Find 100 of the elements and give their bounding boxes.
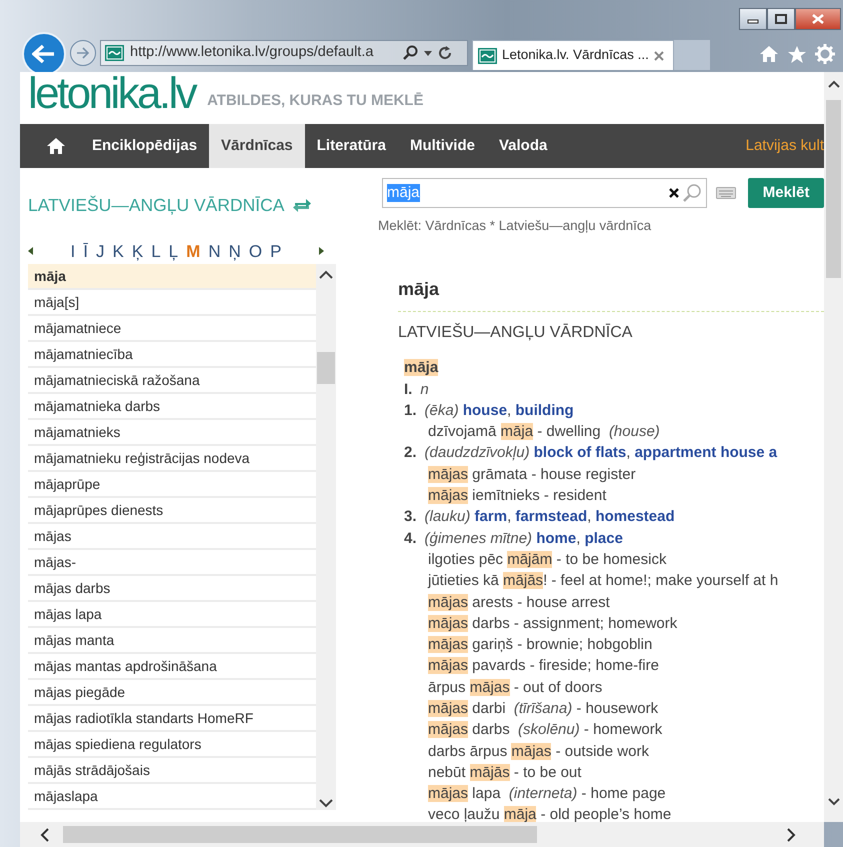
search-button[interactable]: Meklēt: [748, 178, 824, 208]
letter-link[interactable]: I: [70, 242, 76, 260]
site-favicon-icon: [478, 48, 497, 64]
scroll-down-icon[interactable]: [828, 798, 840, 806]
tab-title: Letonika.lv. Vārdnīcas ...: [502, 46, 649, 64]
scroll-down-icon[interactable]: [319, 799, 333, 808]
site-tagline: ATBILDES, KURAS TU MEKLĒ: [207, 90, 424, 110]
maximize-button[interactable]: [767, 8, 795, 30]
home-icon[interactable]: [759, 45, 779, 63]
forward-arrow-icon: [76, 47, 90, 59]
site-logo[interactable]: letonika.lv: [28, 72, 196, 116]
letter-link[interactable]: J: [96, 242, 105, 260]
letter-link[interactable]: Ņ: [228, 242, 241, 260]
example-line: mājas lapa (interneta) - home page: [427, 784, 667, 804]
keyboard-icon[interactable]: [716, 187, 736, 199]
word-list-item[interactable]: mājās strādājošais: [28, 758, 316, 784]
word-list-item[interactable]: mājas mantas apdrošināšana: [28, 654, 316, 680]
home-icon: [46, 137, 66, 155]
site-favicon-icon: [105, 45, 124, 61]
forward-button[interactable]: [70, 40, 96, 66]
word-list-item[interactable]: māja: [28, 264, 316, 290]
definition-line: 1. (ēka) house, building: [404, 400, 575, 421]
definition-line: 4. (ģimenes mītne) home, place: [404, 528, 624, 549]
refresh-icon[interactable]: [438, 46, 452, 60]
search-icon[interactable]: [402, 45, 418, 61]
page-scrollbar[interactable]: [824, 72, 843, 822]
close-icon: [812, 14, 824, 24]
close-button[interactable]: [795, 8, 841, 30]
scroll-up-icon[interactable]: [828, 80, 840, 88]
nav-link[interactable]: Vārdnīcas: [209, 124, 305, 168]
scroll-right-icon[interactable]: [787, 828, 796, 842]
search-scope-text: Meklēt: Vārdnīcas * Latviešu—angļu vārdnīca: [378, 217, 652, 235]
example-line: mājas grāmata - house register: [427, 464, 637, 485]
word-list-item[interactable]: mājamatnieciskā ražošana: [28, 368, 316, 394]
letter-link[interactable]: Ļ: [168, 242, 178, 260]
nav-link[interactable]: Valoda: [486, 124, 560, 168]
nav-link[interactable]: Literatūra: [304, 124, 398, 168]
scroll-up-icon[interactable]: [319, 270, 333, 280]
maximize-icon: [775, 14, 787, 24]
word-list-item[interactable]: mājaprūpes dienests: [28, 498, 316, 524]
example-line: mājas darbs - assignment; homework: [427, 614, 678, 634]
word-list-item[interactable]: mājas darbs: [28, 576, 316, 602]
word-list-item[interactable]: māja[s]: [28, 290, 316, 316]
letter-link[interactable]: K: [112, 242, 124, 260]
star-icon[interactable]: [787, 44, 807, 64]
word-list-item[interactable]: mājaslapa: [28, 784, 316, 810]
example-line: ārpus mājas - out of doors: [427, 678, 604, 698]
word-list-item[interactable]: mājamatniece: [28, 316, 316, 342]
example-line: darbs ārpus mājas - outside work: [427, 742, 650, 762]
letter-link[interactable]: Ķ: [132, 242, 144, 260]
entry-dictionary-name: LATVIEŠU—ANGĻU VĀRDNĪCA: [398, 322, 634, 344]
nav-link[interactable]: Multivide: [398, 124, 487, 168]
scroll-left-icon[interactable]: [28, 247, 34, 256]
example-line: dzīvojamā māja - dwelling (house): [427, 422, 661, 442]
word-list-item[interactable]: mājas piegāde: [28, 680, 316, 706]
nav-link[interactable]: Enciklopēdijas: [80, 124, 210, 168]
example-line: mājas pavards - fireside; home-fire: [427, 656, 660, 676]
definition-line: 2. (daudzdzīvokļu) block of flats, appartment house a: [404, 443, 778, 464]
browser-tab[interactable]: Letonika.lv. Vārdnīcas ...: [472, 40, 674, 70]
dropdown-caret-icon[interactable]: [424, 50, 432, 56]
word-list-item[interactable]: mājamatnieku reģistrācijas nodeva: [28, 446, 316, 472]
letter-link[interactable]: Ī: [83, 242, 88, 260]
example-line: ilgoties pēc mājām - to be homesick: [427, 550, 668, 570]
back-arrow-icon: [32, 44, 56, 64]
list-scrollbar[interactable]: [316, 264, 336, 810]
word-list-item[interactable]: mājas radiotīkla standarts HomeRF: [28, 706, 316, 732]
scroll-left-icon[interactable]: [40, 828, 49, 842]
headword: māja: [404, 359, 438, 376]
close-icon[interactable]: [654, 50, 664, 60]
word-list-item[interactable]: mājas manta: [28, 628, 316, 654]
entry-title: māja: [398, 278, 440, 302]
horizontal-scrollbar[interactable]: [20, 822, 824, 847]
word-list-item[interactable]: mājas-: [28, 550, 316, 576]
scroll-thumb[interactable]: [826, 100, 841, 278]
scroll-thumb[interactable]: [317, 352, 335, 384]
scroll-right-icon[interactable]: [318, 247, 324, 256]
word-list-item[interactable]: mājamatnieks: [28, 420, 316, 446]
example-line: mājas arests - house arrest: [427, 592, 611, 613]
word-list-item[interactable]: mājas spiediena regulators: [28, 732, 316, 758]
word-list-item[interactable]: mājamatniecība: [28, 342, 316, 368]
clear-icon[interactable]: [668, 187, 680, 199]
example-line: nebūt mājās - to be out: [427, 762, 582, 783]
word-list-item[interactable]: mājas: [28, 524, 316, 550]
swap-arrows-icon[interactable]: [292, 196, 312, 214]
example-line: jūtieties kā mājās! - feel at home!; make yourself at h: [426, 571, 780, 592]
address-bar[interactable]: http://www.letonika.lv/groups/default.a: [100, 40, 468, 66]
letter-link[interactable]: P: [270, 242, 282, 260]
letter-link[interactable]: L: [151, 242, 161, 260]
definition-line: 3. (lauku) farm, farmstead, homestead: [404, 507, 676, 528]
word-list-item[interactable]: mājamatnieka darbs: [28, 394, 316, 420]
word-list-item[interactable]: mājas lapa: [28, 602, 316, 628]
dictionary-title: LATVIEŠU—ANGĻU VĀRDNĪCA: [28, 194, 284, 217]
scroll-thumb[interactable]: [63, 826, 537, 843]
example-line: mājas gariņš - brownie; hobgoblin: [427, 635, 654, 656]
word-list-item[interactable]: mājaprūpe: [28, 472, 316, 498]
letter-link[interactable]: N: [208, 242, 221, 260]
minimize-button[interactable]: [739, 8, 767, 30]
example-line: mājas darbs (skolēnu) - homework: [427, 720, 664, 740]
letter-link[interactable]: O: [248, 242, 262, 260]
nav-link[interactable]: Latvijas kult: [734, 124, 824, 168]
